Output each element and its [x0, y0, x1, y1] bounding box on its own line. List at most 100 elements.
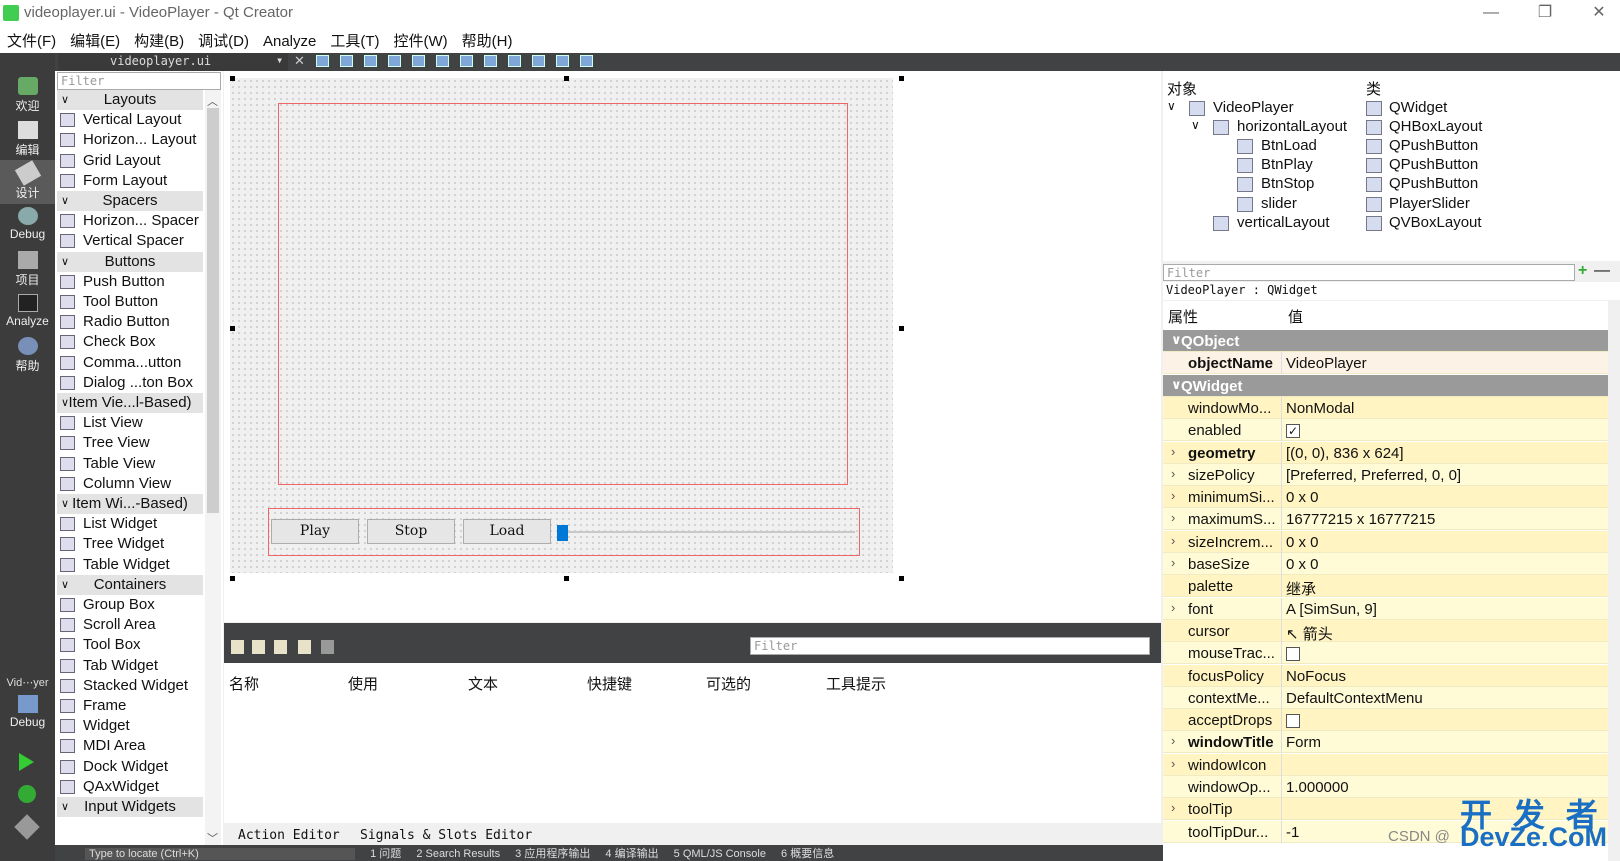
widget-item[interactable]: Check Box — [57, 332, 203, 352]
resize-handle[interactable] — [899, 326, 904, 331]
category-header[interactable]: ∨ Containers — [57, 574, 203, 595]
object-tree-row[interactable]: BtnLoad QPushButton — [1163, 137, 1608, 156]
menu-analyze[interactable]: Analyze — [256, 30, 323, 50]
col-name[interactable]: 名称 — [229, 673, 259, 694]
widget-item[interactable]: Table Widget — [57, 555, 203, 575]
tab-signals-slots[interactable]: Signals & Slots Editor — [360, 828, 532, 843]
widget-item[interactable]: Stacked Widget — [57, 676, 203, 696]
delete-action-icon[interactable] — [298, 640, 311, 654]
property-checkbox[interactable]: ✓ — [1286, 422, 1300, 439]
mode-welcome[interactable]: 欢迎 — [0, 73, 55, 117]
edit-buddies-icon[interactable] — [364, 55, 377, 67]
widget-item[interactable]: Column View — [57, 474, 203, 494]
widget-item[interactable]: Tool Button — [57, 292, 203, 312]
mode-debug[interactable]: Debug — [0, 203, 55, 247]
locator-input[interactable]: Type to locate (Ctrl+K) — [85, 848, 355, 860]
property-value[interactable]: VideoPlayer — [1286, 355, 1367, 372]
layout-vertical-icon[interactable] — [436, 55, 449, 67]
property-value[interactable]: NonModal — [1286, 400, 1354, 417]
layout-form-icon[interactable] — [508, 55, 521, 67]
widget-item[interactable]: Vertical Layout — [57, 110, 203, 130]
property-checkbox[interactable] — [1286, 645, 1300, 662]
mode-edit[interactable]: 编辑 — [0, 117, 55, 161]
property-row[interactable]: windowMo... NonModal — [1163, 396, 1608, 419]
property-row[interactable]: › windowIcon — [1163, 753, 1608, 776]
output-pane-search[interactable]: 2 Search Results — [412, 848, 500, 860]
tab-action-editor[interactable]: Action Editor — [238, 828, 340, 843]
object-tree-row[interactable]: BtnStop QPushButton — [1163, 175, 1608, 194]
property-checkbox[interactable] — [1286, 712, 1300, 729]
widget-item[interactable]: Horizon... Spacer — [57, 211, 203, 231]
output-pane-compile[interactable]: 4 编译输出 — [601, 845, 658, 861]
mode-analyze[interactable]: Analyze — [0, 290, 55, 334]
slider-groove[interactable] — [560, 531, 855, 533]
property-row[interactable]: › font A [SimSun, 9] — [1163, 597, 1608, 620]
restore-button[interactable]: ❐ — [1522, 0, 1568, 27]
widget-item[interactable]: List Widget — [57, 514, 203, 534]
menu-help[interactable]: 帮助(H) — [455, 27, 520, 51]
property-row[interactable]: focusPolicy NoFocus — [1163, 664, 1608, 687]
chevron-right-icon[interactable]: › — [1171, 466, 1175, 481]
property-value[interactable]: [Preferred, Preferred, 0, 0] — [1286, 467, 1461, 484]
chevron-right-icon[interactable]: › — [1171, 800, 1175, 815]
output-pane-general[interactable]: 6 概要信息 — [777, 845, 834, 861]
chevron-down-icon[interactable]: ∨ — [1167, 99, 1176, 113]
widget-item[interactable]: Push Button — [57, 272, 203, 292]
property-value[interactable]: NoFocus — [1286, 668, 1346, 685]
property-row[interactable]: › windowTitle Form — [1163, 731, 1608, 754]
output-pane-issues[interactable]: 1 问题 — [366, 845, 401, 861]
resize-handle[interactable] — [899, 576, 904, 581]
mode-design[interactable]: 设计 — [0, 160, 55, 204]
property-row[interactable]: › sizeIncrem... 0 x 0 — [1163, 530, 1608, 553]
category-header[interactable]: ∨ Spacers — [57, 191, 203, 211]
widget-item[interactable]: Form Layout — [57, 171, 203, 191]
paste-action-icon[interactable] — [274, 640, 287, 654]
col-class[interactable]: 类 — [1366, 78, 1381, 99]
menu-build[interactable]: 构建(B) — [127, 27, 191, 51]
scroll-up-icon[interactable]: ︿ — [207, 93, 218, 109]
object-tree-row[interactable]: ∨ VideoPlayer QWidget — [1163, 99, 1608, 118]
property-scrollbar[interactable] — [1608, 301, 1620, 861]
col-property[interactable]: 属性 — [1168, 306, 1198, 327]
close-button[interactable]: ✕ — [1576, 0, 1620, 27]
break-layout-icon[interactable] — [556, 55, 569, 67]
layout-vsplit-icon[interactable] — [484, 55, 497, 67]
property-value[interactable]: 0 x 0 — [1286, 489, 1319, 506]
play-button[interactable]: Play — [271, 519, 359, 544]
object-tree-row[interactable]: slider PlayerSlider — [1163, 195, 1608, 214]
chevron-right-icon[interactable]: › — [1171, 555, 1175, 570]
checkbox-icon[interactable] — [1286, 647, 1300, 662]
property-row[interactable]: › baseSize 0 x 0 — [1163, 553, 1608, 575]
property-value[interactable]: A [SimSun, 9] — [1286, 601, 1377, 618]
vertical-layout-frame[interactable] — [278, 103, 848, 485]
property-value[interactable]: DefaultContextMenu — [1286, 690, 1423, 707]
object-tree-row[interactable]: BtnPlay QPushButton — [1163, 156, 1608, 175]
property-filter-input[interactable]: Filter — [1163, 264, 1575, 281]
widget-item[interactable]: Tab Widget — [57, 656, 203, 676]
widget-item[interactable]: List View — [57, 413, 203, 433]
chevron-down-icon[interactable]: ∨ — [1191, 118, 1200, 132]
widget-item[interactable]: Table View — [57, 454, 203, 474]
build-hammer-icon[interactable] — [14, 814, 40, 840]
property-row[interactable]: cursor ↖ 箭头 — [1163, 619, 1608, 643]
property-row[interactable]: › sizePolicy [Preferred, Preferred, 0, 0] — [1163, 463, 1608, 486]
minimize-button[interactable]: — — [1468, 0, 1514, 27]
load-button[interactable]: Load — [463, 519, 551, 544]
chevron-right-icon[interactable]: › — [1171, 733, 1175, 748]
widget-item[interactable]: Tool Box — [57, 635, 203, 655]
layout-hsplit-icon[interactable] — [460, 55, 473, 67]
close-file-icon[interactable]: ✕ — [294, 53, 305, 69]
object-tree-row[interactable]: verticalLayout QVBoxLayout — [1163, 214, 1608, 233]
category-header[interactable]: ∨ Buttons — [57, 251, 203, 272]
chevron-right-icon[interactable]: › — [1171, 510, 1175, 525]
category-header[interactable]: ∨ Item Wi...-Based) — [57, 494, 203, 514]
widget-item[interactable]: Dock Widget — [57, 757, 203, 777]
configure-icon[interactable] — [321, 640, 334, 654]
property-row[interactable]: acceptDrops — [1163, 709, 1608, 732]
widget-item[interactable]: Radio Button — [57, 312, 203, 332]
chevron-right-icon[interactable]: › — [1171, 533, 1175, 548]
widget-item[interactable]: Frame — [57, 696, 203, 716]
stop-button[interactable]: Stop — [367, 519, 455, 544]
debug-run-icon[interactable] — [18, 785, 36, 803]
property-value[interactable]: 0 x 0 — [1286, 534, 1319, 551]
